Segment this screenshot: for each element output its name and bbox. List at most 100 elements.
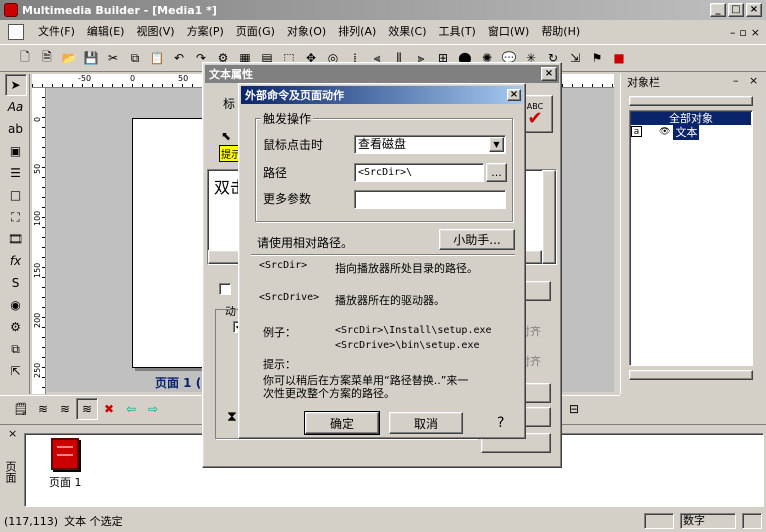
tip-line-2: 次性更改整个方案的路径。 <box>263 387 395 400</box>
ruler-left-label: 250 <box>33 362 42 378</box>
mdi-restore-icon[interactable]: ▫ <box>739 26 746 39</box>
trigger-select[interactable]: 查看磁盘 ▼ <box>354 135 506 154</box>
undo-icon[interactable]: ↶ <box>168 47 190 69</box>
new-template-icon[interactable]: 🗎 <box>36 47 58 69</box>
pages-side-label: 页面 <box>4 461 17 483</box>
helper-button[interactable]: 小助手... <box>439 229 515 250</box>
script-tool-icon[interactable]: S <box>5 272 27 294</box>
app-titlebar: Multimedia Builder - [Media1 *] _ □ × <box>0 0 766 20</box>
align-grid-3-icon[interactable]: ⊟ <box>563 398 585 420</box>
exit-tool-icon[interactable]: ⇱ <box>5 360 27 382</box>
list-tool-icon[interactable]: ☰ <box>5 162 27 184</box>
app-title: Multimedia Builder - [Media1 *] <box>22 3 217 17</box>
sound-tool-icon[interactable]: ◉ <box>5 294 27 316</box>
maximize-button[interactable]: □ <box>728 3 744 17</box>
fx-tool-icon[interactable]: fx <box>5 250 27 272</box>
mdi-minimize-icon[interactable]: – <box>730 26 736 39</box>
menu-page[interactable]: 页面(G) <box>230 22 281 42</box>
ruler-left-label: 150 <box>33 262 42 278</box>
srcdrive-key: <SrcDrive> <box>259 292 320 303</box>
text-tool-icon[interactable]: Aa <box>5 96 27 118</box>
cancel-button[interactable]: 取消 <box>389 412 463 434</box>
objects-panel-close-icon[interactable]: × <box>749 74 758 87</box>
browse-button[interactable]: ... <box>486 163 507 182</box>
minimize-button[interactable]: _ <box>710 3 726 17</box>
cut-icon[interactable]: ✂ <box>102 47 124 69</box>
new-file-icon[interactable]: 🗋 <box>14 47 36 69</box>
example-1: <SrcDir>\Install\setup.exe <box>335 325 492 336</box>
open-folder-icon[interactable]: 📂 <box>58 47 80 69</box>
text-props-checkbox[interactable] <box>219 283 231 295</box>
pages-close-icon[interactable]: × <box>8 427 17 440</box>
delete-page-icon[interactable]: ✖ <box>98 398 120 420</box>
doc-icon <box>8 24 24 40</box>
objects-tree[interactable]: 全部对象 a 👁 文本 <box>629 110 753 366</box>
page-thumb[interactable] <box>51 438 79 470</box>
dialog-titlebar: 外部命令及页面动作 × <box>241 86 523 104</box>
menu-window[interactable]: 窗口(W) <box>482 22 535 42</box>
layer-1-icon[interactable]: ≋ <box>32 398 54 420</box>
close-button[interactable]: × <box>746 3 762 17</box>
text-props-titlebar: 文本属性 × <box>205 65 559 83</box>
status-coords: (117,113) <box>4 514 59 528</box>
trigger-label: 鼠标点击时 <box>263 138 324 152</box>
objects-item-label[interactable]: 文本 <box>673 123 700 140</box>
example-label: 例子： <box>263 326 296 339</box>
run-icon[interactable]: ■ <box>608 47 630 69</box>
text-object-icon: a <box>631 126 642 137</box>
objects-panel-title: 对象栏 <box>627 76 660 89</box>
menu-file[interactable]: 文件(F) <box>32 22 81 42</box>
help-icon[interactable]: ? <box>497 415 504 431</box>
frame-tool-icon[interactable]: ⛶ <box>5 206 27 228</box>
menu-help[interactable]: 帮助(H) <box>535 22 586 42</box>
copy-icon[interactable]: ⧉ <box>124 47 146 69</box>
menu-arrange[interactable]: 排列(A) <box>332 22 382 42</box>
pointer-tool-icon[interactable]: ➤ <box>4 74 27 96</box>
ruler-top-label: 0 <box>130 74 136 83</box>
next-page-icon[interactable]: ⇨ <box>142 398 164 420</box>
image-tool-icon[interactable]: ▣ <box>5 140 27 162</box>
text-props-close-button[interactable]: × <box>541 67 557 81</box>
link-tool-icon[interactable]: ⧉ <box>5 338 27 360</box>
status-message: 文本 个选定 <box>64 515 123 528</box>
text-preview-vscroll[interactable] <box>542 170 556 264</box>
paste-icon[interactable]: 📋 <box>146 47 168 69</box>
rect-tool-icon[interactable]: □ <box>5 184 27 206</box>
layer-3-icon[interactable]: ≋ <box>76 397 98 420</box>
film-tool-icon[interactable]: 🎞 <box>5 228 27 250</box>
chevron-down-icon[interactable]: ▼ <box>489 137 504 152</box>
path-input[interactable]: <SrcDir>\ <box>354 163 484 182</box>
tip-label: 提示： <box>263 358 296 371</box>
export-icon[interactable]: ⇲ <box>564 47 586 69</box>
menu-project[interactable]: 方案(P) <box>181 22 230 42</box>
plugin-tool-icon[interactable]: ⚙ <box>5 316 27 338</box>
menu-effects[interactable]: 效果(C) <box>382 22 432 42</box>
textbox-tool-icon[interactable]: ab <box>5 118 27 140</box>
save-icon[interactable]: 💾 <box>80 47 102 69</box>
compile-icon[interactable]: ⚑ <box>586 47 608 69</box>
params-label: 更多参数 <box>263 192 312 206</box>
ruler-top-label: -50 <box>78 74 92 83</box>
mdi-close-icon[interactable]: × <box>751 26 760 39</box>
ruler-left-label: 0 <box>33 116 42 122</box>
objects-panel-pin-icon[interactable]: – <box>733 74 739 87</box>
menu-edit[interactable]: 编辑(E) <box>81 22 131 42</box>
ok-button[interactable]: 确定 <box>304 411 380 435</box>
prev-page-icon[interactable]: ⇦ <box>120 398 142 420</box>
objects-item[interactable]: a 👁 文本 <box>631 123 751 140</box>
app-icon <box>4 3 18 17</box>
layer-2-icon[interactable]: ≋ <box>54 398 76 420</box>
eye-icon[interactable]: 👁 <box>659 127 670 137</box>
menu-view[interactable]: 视图(V) <box>130 22 180 42</box>
page-thumb-label[interactable]: 页面 1 <box>49 474 82 490</box>
objects-panel-slider-bottom[interactable] <box>629 370 753 380</box>
ruler-left-label: 50 <box>33 163 42 174</box>
params-input[interactable] <box>354 190 506 209</box>
ruler-top-label: 50 <box>178 74 189 83</box>
dialog-title: 外部命令及页面动作 <box>245 89 344 102</box>
dialog-close-button[interactable]: × <box>507 89 521 101</box>
page-props-icon[interactable]: 🗒 <box>10 398 32 420</box>
objects-panel-slider[interactable] <box>629 96 753 106</box>
menu-object[interactable]: 对象(O) <box>281 22 332 42</box>
menu-tools[interactable]: 工具(T) <box>433 22 482 42</box>
